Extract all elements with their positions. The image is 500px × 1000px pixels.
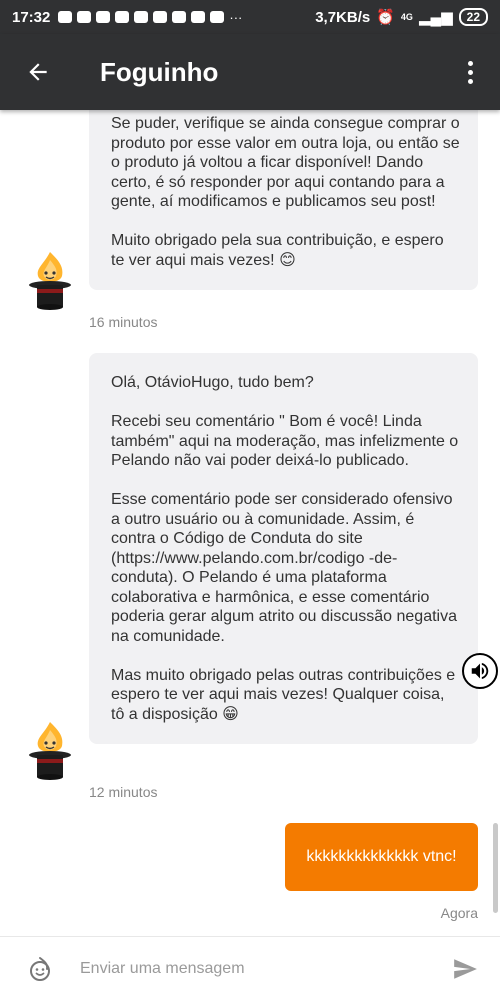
network-type: 4G bbox=[400, 12, 413, 22]
message-paragraph: Muito obrigado pela sua contribuição, e … bbox=[111, 232, 444, 269]
back-button[interactable] bbox=[0, 34, 76, 110]
alarm-icon: ⏰ bbox=[376, 9, 395, 26]
message-paragraph: Esse comentário pode ser considerado ofe… bbox=[111, 491, 457, 645]
more-vertical-icon bbox=[467, 60, 473, 66]
smiley-icon bbox=[30, 956, 50, 981]
outgoing-message-text: kkkkkkkkkkkkkk vtnc! bbox=[306, 848, 457, 865]
youtube-notification-icon bbox=[134, 11, 149, 23]
message-input[interactable] bbox=[80, 959, 430, 978]
emoji-button[interactable] bbox=[0, 937, 80, 1000]
volume-notification-icon bbox=[77, 11, 92, 23]
send-button[interactable] bbox=[430, 937, 500, 1000]
outgoing-message: kkkkkkkkkkkkkk vtnc! bbox=[285, 823, 478, 891]
incoming-message: Olá, OtávioHugo, tudo bem? Recebi seu co… bbox=[89, 353, 478, 744]
incoming-message: Se puder, verifique se ainda consegue co… bbox=[89, 110, 478, 290]
message-paragraph: Mas muito obrigado pelas outras contribu… bbox=[111, 666, 456, 723]
app-notification-icon bbox=[191, 11, 206, 23]
scrollbar-thumb[interactable] bbox=[493, 823, 498, 913]
message-time: Agora bbox=[440, 905, 478, 921]
more-options-button[interactable] bbox=[440, 34, 500, 110]
instagram-notification-icon bbox=[210, 11, 225, 23]
youtube-notification-icon bbox=[115, 11, 130, 23]
sound-button[interactable] bbox=[462, 653, 498, 689]
arrow-left-icon bbox=[29, 63, 47, 81]
message-time: 12 minutos bbox=[89, 784, 158, 800]
notification-icons: ··· bbox=[58, 10, 242, 25]
foguinho-avatar bbox=[29, 722, 71, 780]
youtube-notification-icon bbox=[172, 11, 187, 23]
conversation-title: Foguinho bbox=[100, 56, 219, 87]
battery-indicator: 22 bbox=[458, 8, 488, 26]
status-time: 17:32 bbox=[12, 8, 51, 26]
message-paragraph: Recebi seu comentário " Bom é você! Lind… bbox=[111, 413, 459, 469]
more-notifications: ··· bbox=[229, 9, 243, 25]
shield-notification-icon bbox=[58, 11, 73, 23]
youtube-notification-icon bbox=[153, 11, 168, 23]
foguinho-avatar bbox=[29, 252, 71, 310]
app-notification-icon bbox=[96, 11, 111, 23]
chat-area[interactable]: Se puder, verifique se ainda consegue co… bbox=[0, 110, 500, 936]
message-paragraph: Se puder, verifique se ainda consegue co… bbox=[111, 115, 460, 210]
send-icon bbox=[454, 958, 477, 979]
status-bar: 17:32 ··· 3,7KB/s ⏰ 4G ▂▄▆ 22 bbox=[0, 0, 500, 34]
app-bar: Foguinho bbox=[0, 34, 500, 110]
speaker-icon bbox=[471, 662, 489, 680]
message-time: 16 minutos bbox=[89, 314, 158, 330]
message-composer bbox=[0, 936, 500, 1000]
signal-icon: ▂▄▆ bbox=[418, 9, 453, 26]
network-speed: 3,7KB/s bbox=[315, 8, 371, 26]
message-paragraph: Olá, OtávioHugo, tudo bem? bbox=[111, 374, 314, 391]
